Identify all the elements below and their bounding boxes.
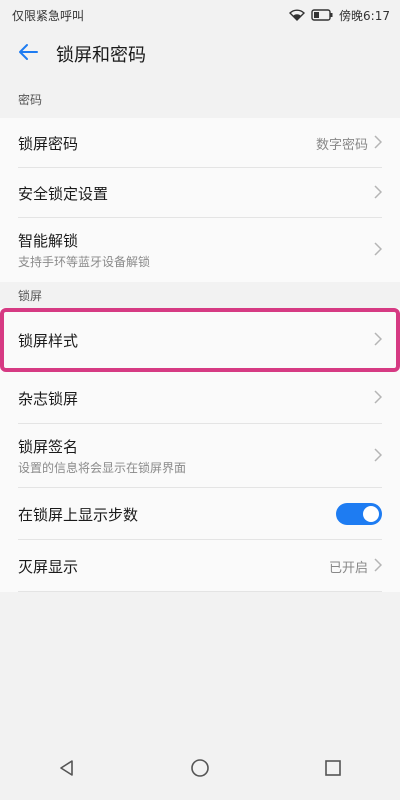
- row-value: 已开启: [328, 560, 368, 576]
- settings-content: 密码 锁屏密码 数字密码 安全锁定设置 智能解锁 支持手环等蓝牙设备解锁 锁屏 …: [0, 80, 400, 740]
- row-subtitle: 设置的信息将会显示在锁屏界面: [18, 461, 187, 475]
- arrow-left-icon: [17, 41, 39, 67]
- row-title: 杂志锁屏: [18, 389, 79, 408]
- home-circle-icon: [190, 758, 210, 782]
- toggle-knob: [363, 506, 379, 522]
- row-title: 锁屏样式: [18, 331, 79, 350]
- row-lock-screen-signature[interactable]: 锁屏签名 设置的信息将会显示在锁屏界面: [0, 424, 400, 488]
- navigation-bar: [0, 740, 400, 800]
- row-title: 灭屏显示: [18, 557, 79, 576]
- divider: [18, 591, 382, 592]
- row-title: 锁屏密码: [18, 134, 79, 153]
- row-lock-screen-password[interactable]: 锁屏密码 数字密码: [0, 118, 400, 168]
- wifi-icon: [289, 9, 306, 21]
- chevron-right-icon: [374, 184, 383, 203]
- recents-square-icon: [324, 759, 342, 781]
- row-screen-off-display[interactable]: 灭屏显示 已开启: [0, 540, 400, 592]
- row-title: 在锁屏上显示步数: [18, 505, 139, 524]
- page-title: 锁屏和密码: [56, 45, 146, 66]
- nav-back-button[interactable]: [37, 740, 97, 800]
- row-show-steps: 在锁屏上显示步数: [0, 488, 400, 540]
- row-value: 数字密码: [315, 137, 368, 153]
- chevron-right-icon: [374, 134, 383, 153]
- chevron-right-icon: [374, 331, 383, 350]
- row-lock-screen-style[interactable]: 锁屏样式: [0, 308, 400, 372]
- chevron-right-icon: [374, 447, 383, 466]
- show-steps-toggle[interactable]: [336, 503, 382, 525]
- app-bar: 锁屏和密码: [0, 30, 400, 78]
- row-security-lock-settings[interactable]: 安全锁定设置: [0, 168, 400, 218]
- status-time: 傍晚6:17: [339, 8, 390, 23]
- row-subtitle: 支持手环等蓝牙设备解锁: [18, 255, 151, 269]
- row-title: 智能解锁: [18, 232, 79, 250]
- lock-screen-list: 锁屏样式 杂志锁屏 锁屏签名 设置的信息将会显示在锁屏界面 在锁屏上显示步数 灭…: [0, 308, 400, 592]
- row-magazine-lock-screen[interactable]: 杂志锁屏: [0, 372, 400, 424]
- row-title: 安全锁定设置: [18, 184, 109, 203]
- chevron-right-icon: [374, 557, 383, 576]
- back-triangle-icon: [58, 759, 76, 781]
- status-right: 傍晚6:17: [289, 7, 400, 24]
- nav-recents-button[interactable]: [303, 740, 363, 800]
- nav-home-button[interactable]: [170, 740, 230, 800]
- battery-icon: [311, 9, 333, 21]
- section-header-lock-screen: 锁屏: [0, 282, 400, 308]
- row-smart-unlock[interactable]: 智能解锁 支持手环等蓝牙设备解锁: [0, 218, 400, 282]
- password-list: 锁屏密码 数字密码 安全锁定设置 智能解锁 支持手环等蓝牙设备解锁: [0, 118, 400, 282]
- status-left-text: 仅限紧急呼叫: [12, 8, 85, 23]
- row-title: 锁屏签名: [18, 438, 79, 456]
- section-header-password: 密码: [0, 80, 400, 118]
- status-bar: 仅限紧急呼叫 傍晚6:17: [0, 0, 400, 30]
- back-button[interactable]: [0, 30, 56, 78]
- chevron-right-icon: [374, 389, 383, 408]
- chevron-right-icon: [374, 241, 383, 260]
